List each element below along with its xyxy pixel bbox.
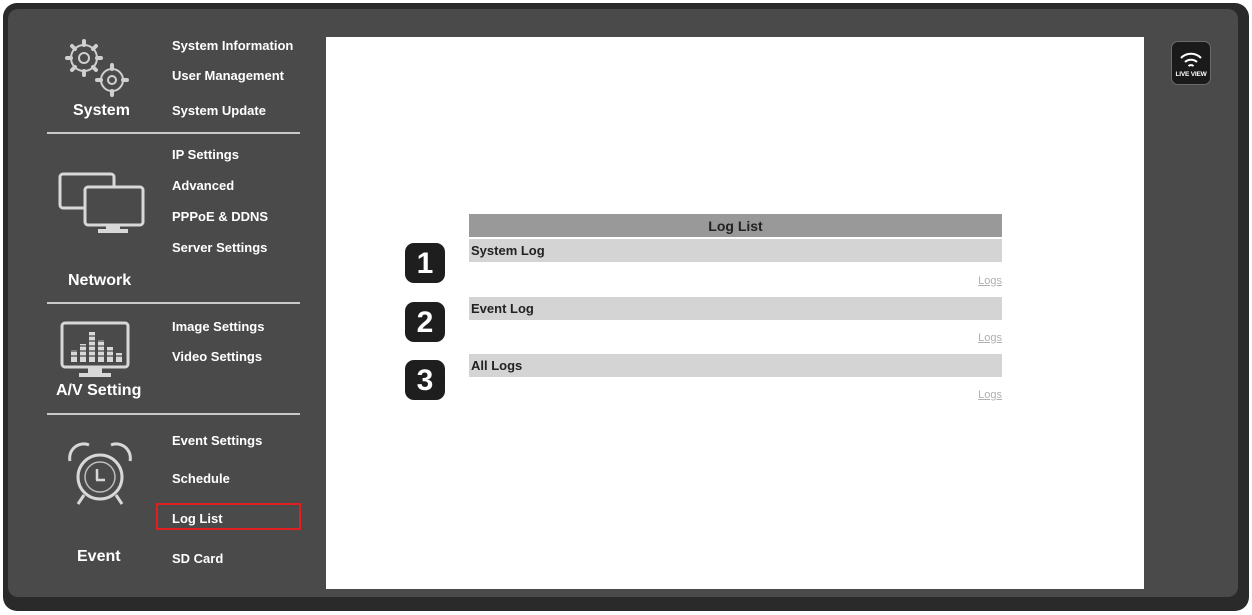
nav-video-settings[interactable]: Video Settings <box>172 349 262 364</box>
section-title-network: Network <box>68 272 132 289</box>
nav-schedule[interactable]: Schedule <box>172 471 230 486</box>
sidebar-divider <box>47 413 300 415</box>
nav-event-settings[interactable]: Event Settings <box>172 433 262 448</box>
nav-user-management[interactable]: User Management <box>172 68 284 83</box>
sidebar-divider <box>47 132 300 134</box>
section-title-av-setting: A/V Setting <box>56 382 142 399</box>
system-log-logs-link[interactable]: Logs <box>940 275 1002 287</box>
section-title-event: Event <box>77 548 121 565</box>
step-badge-1: 1 <box>405 243 445 283</box>
wifi-icon <box>1180 52 1202 67</box>
log-row-event-log: Event Log <box>469 297 1002 320</box>
live-view-label: LIVE VIEW <box>1175 71 1207 78</box>
step-badge-3: 3 <box>405 360 445 400</box>
nav-sd-card[interactable]: SD Card <box>172 551 223 566</box>
nav-server-settings[interactable]: Server Settings <box>172 240 267 255</box>
nav-system-update[interactable]: System Update <box>172 103 266 118</box>
av-monitor-icon <box>60 321 130 377</box>
nav-system-information[interactable]: System Information <box>172 38 293 53</box>
monitors-icon <box>58 172 145 233</box>
step-badge-2: 2 <box>405 302 445 342</box>
alarm-clock-icon <box>68 442 132 505</box>
log-row-all-logs: All Logs <box>469 354 1002 377</box>
live-view-button[interactable]: LIVE VIEW <box>1171 41 1211 85</box>
nav-pppoe-ddns[interactable]: PPPoE & DDNS <box>172 209 268 224</box>
nav-log-list[interactable]: Log List <box>172 511 223 526</box>
event-log-logs-link[interactable]: Logs <box>940 332 1002 344</box>
log-row-system-log: System Log <box>469 239 1002 262</box>
nav-advanced[interactable]: Advanced <box>172 178 234 193</box>
nav-image-settings[interactable]: Image Settings <box>172 319 264 334</box>
gears-icon <box>65 39 129 97</box>
all-logs-logs-link[interactable]: Logs <box>940 389 1002 401</box>
sidebar-divider <box>47 302 300 304</box>
section-title-system: System <box>73 102 130 119</box>
nav-ip-settings[interactable]: IP Settings <box>172 147 239 162</box>
log-list-header: Log List <box>469 214 1002 237</box>
